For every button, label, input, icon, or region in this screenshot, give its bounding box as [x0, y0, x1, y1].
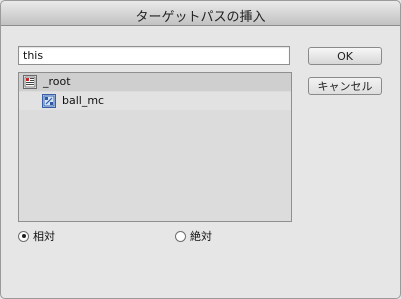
relative-radio-label: 相対 [33, 230, 55, 243]
absolute-radio-label: 絶対 [190, 230, 212, 243]
ok-button[interactable]: OK [308, 47, 382, 65]
cancel-button-label: キャンセル [317, 80, 373, 93]
absolute-radio[interactable]: 絶対 [175, 228, 212, 244]
relative-radio[interactable]: 相対 [18, 228, 55, 244]
tree-item-ball-mc[interactable]: ball_mc [19, 92, 291, 110]
cancel-button[interactable]: キャンセル [308, 77, 382, 95]
ok-button-label: OK [337, 49, 353, 63]
tree-item-root[interactable]: _root [19, 73, 291, 91]
tree-item-root-label: _root [43, 75, 71, 88]
movieclip-icon [42, 94, 56, 108]
title-bar: ターゲットパスの挿入 [1, 1, 400, 26]
insert-target-path-dialog: ターゲットパスの挿入 OK キャンセル _root [0, 0, 401, 299]
timeline-icon [23, 75, 37, 89]
absolute-radio-circle[interactable] [175, 230, 186, 242]
tree-item-ball-mc-label: ball_mc [62, 94, 105, 107]
target-path-input[interactable] [18, 46, 290, 65]
target-tree[interactable]: _root ball_mc [18, 72, 292, 222]
dialog-title: ターゲットパスの挿入 [135, 10, 266, 25]
relative-radio-circle[interactable] [18, 230, 29, 242]
